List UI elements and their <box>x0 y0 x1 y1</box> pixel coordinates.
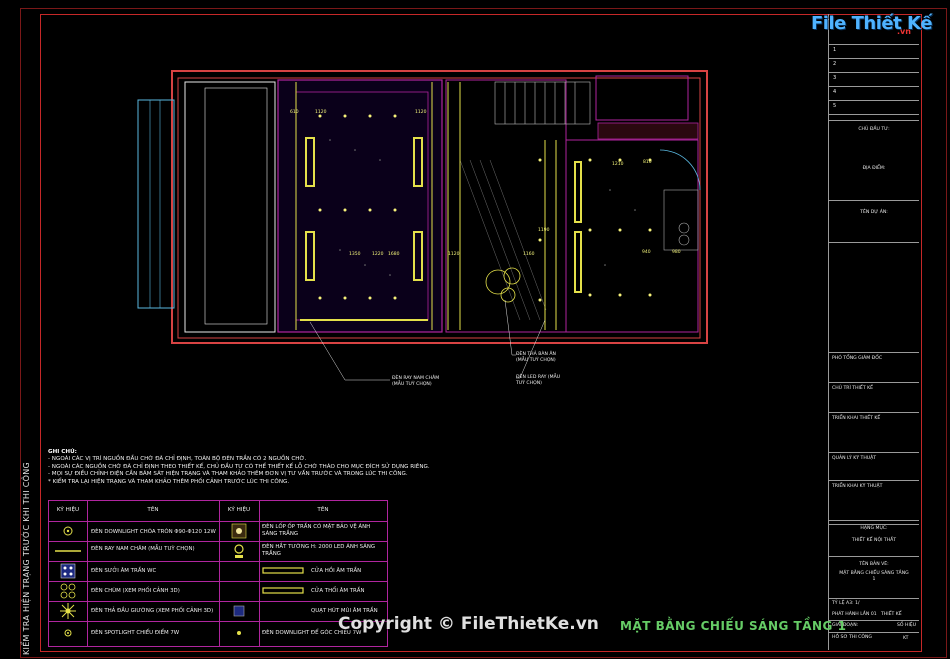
tb-divider <box>829 86 919 87</box>
issue-phase: PHÁT HÀNH LẦN 01 <box>832 612 877 617</box>
director-label: PHÓ TỔNG GIÁM ĐỐC <box>832 356 883 361</box>
tb-divider <box>829 58 919 59</box>
chandelier-symbol-icon <box>60 583 76 599</box>
general-notes: GHI CHÚ: - NGOÀI CÁC VỊ TRÍ NGUỒN ĐẦU CH… <box>48 449 468 486</box>
wc-heater-symbol-icon <box>60 563 76 579</box>
copyright-watermark: Copyright © FileThietKe.vn <box>338 614 599 634</box>
owner-label: CHỦ ĐẦU TƯ: <box>858 127 890 132</box>
tb-divider <box>829 556 919 557</box>
exhaust-fan-symbol-icon <box>233 605 245 617</box>
callout-led-track: ĐÈN LED RAY (MẪU TUỲ CHỌN) <box>516 375 561 386</box>
return-grille-symbol-icon <box>262 567 304 574</box>
revision-number: 3 <box>833 75 837 81</box>
legend-name: ĐÈN SPOTLIGHT CHIẾU ĐIỂM 7W <box>91 630 180 636</box>
drawing-name-label: TÊN BẢN VẼ: <box>859 562 889 567</box>
tb-divider <box>829 242 919 243</box>
tb-divider <box>829 120 919 121</box>
title-block: 1 2 3 4 5 CHỦ ĐẦU TƯ: ĐỊA ĐIỂM: TÊN DỰ Á… <box>828 14 921 650</box>
tb-divider <box>829 480 919 481</box>
qc-label: QUẢN LÝ KỸ THUẬT <box>832 456 877 461</box>
category-value: THIẾT KẾ NỘI THẤT <box>851 538 897 543</box>
design-lead-label: CHỦ TRÌ THIẾT KẾ <box>832 386 873 391</box>
sheet-number-label: SỐ HIỆU <box>897 623 917 628</box>
tb-divider <box>829 100 919 101</box>
scale-label: TỶ LỆ A3: 1/ <box>832 601 860 606</box>
tb-divider <box>829 114 919 115</box>
legend-header: KÝ HIỆU <box>56 507 80 513</box>
note-line: - MỌI SỰ ĐIỀU CHỈNH ĐIỆN CẦN BÁM SÁT HIỆ… <box>48 471 408 478</box>
tb-divider <box>829 598 919 599</box>
wall-wash-symbol-icon <box>234 544 244 558</box>
legend-header: TÊN <box>317 507 329 513</box>
tb-divider <box>829 352 919 353</box>
drawing-name-value: MẶT BẰNG CHIẾU SÁNG TẦNG 1 <box>839 571 909 582</box>
legend-name: ĐÈN DOWNLIGHT CHÓA TRÒN Φ90-Φ120 12W <box>91 529 216 535</box>
callout-magnet-track: ĐÈN RAY NAM CHÂM (MẪU TUỲ CHỌN) <box>392 376 440 387</box>
designer-label: TRIỂN KHAI THIẾT KẾ <box>832 416 881 421</box>
dossier-type: HỒ SƠ THI CÔNG <box>832 635 872 640</box>
category-label: HẠNG MỤC: <box>860 526 888 531</box>
plan-label: 980 <box>672 250 681 255</box>
plan-label: 1120 <box>448 252 460 257</box>
legend-name: ĐÈN SƯỞI ÂM TRẦN WC <box>91 568 157 574</box>
revision-number: 1 <box>833 47 837 53</box>
tb-divider <box>829 452 919 453</box>
plan-label: 1350 <box>349 252 361 257</box>
callout-dining-pendant: ĐÈN THẢ BÀN ĂN (MẪU TUỲ CHỌN) <box>516 352 556 363</box>
spotlight-symbol-icon <box>64 629 72 637</box>
plan-label: 940 <box>642 250 651 255</box>
sheet-number: KT <box>903 636 909 641</box>
legend-name: ĐÈN THẢ ĐẦU GIƯỜNG (XEM PHỐI CẢNH 3D) <box>91 608 214 614</box>
tb-divider <box>829 200 919 201</box>
plan-label: 1680 <box>388 252 400 257</box>
tb-divider <box>829 72 919 73</box>
downlight-symbol-icon <box>63 526 73 536</box>
legend-header: TÊN <box>147 507 159 513</box>
plan-label: 610 <box>290 110 299 115</box>
logo-text: File Thiết Kế <box>811 13 933 34</box>
plan-label: 1220 <box>372 252 384 257</box>
sheet-title: MẶT BẰNG CHIẾU SÁNG TẦNG 1 <box>620 619 847 633</box>
legend-name: ĐÈN LỐP ỐP TRẦN CÓ MẶT BẢO VỆ ÁNH SÁNG T… <box>262 524 371 537</box>
logo-domain: .vn <box>897 27 911 36</box>
legend-name: ĐÈN HẮT TƯỜNG H: 2000 LED ÁNH SÁNG TRẮNG <box>262 544 376 557</box>
note-line: - NGOÀI CÁC VỊ TRÍ NGUỒN ĐẦU CHỜ ĐÃ CHỈ … <box>48 456 307 463</box>
legend-name: ĐÈN CHÙM (XEM PHỐI CẢNH 3D) <box>91 588 180 594</box>
tb-divider <box>829 524 919 525</box>
plan-label: 1160 <box>523 252 535 257</box>
legend-name: ĐÈN RAY NAM CHÂM (MẪU TUỲ CHỌN) <box>91 546 195 552</box>
plan-label: 1120 <box>315 110 327 115</box>
plan-label: 1120 <box>415 110 427 115</box>
ceiling-lamp-symbol-icon <box>231 523 247 539</box>
project-label: TÊN DỰ ÁN: <box>860 210 888 215</box>
plan-label: 1190 <box>538 228 550 233</box>
note-line: * KIỂM TRA LẠI HIỆN TRẠNG VÀ THAM KHẢO T… <box>48 478 290 485</box>
revision-number: 2 <box>833 61 837 67</box>
legend-symbols <box>55 523 304 637</box>
plan-label: 810 <box>643 160 652 165</box>
legend-name: CỬA THỔI ÂM TRẦN <box>311 588 365 594</box>
stage-value: THIẾT KẾ <box>881 612 902 617</box>
bedside-pendant-symbol-icon <box>60 603 76 619</box>
tb-divider <box>829 44 919 45</box>
tb-divider <box>829 382 919 383</box>
tb-divider <box>829 412 919 413</box>
revision-number: 4 <box>833 89 837 95</box>
angle-downlight-symbol-icon <box>237 631 241 635</box>
symbol-legend-table: KÝ HIỆU TÊN KÝ HIỆU TÊN ĐÈN DOWNLIGHT CH… <box>48 500 388 647</box>
address-label: ĐỊA ĐIỂM: <box>862 166 886 171</box>
tech-label: TRIỂN KHAI KỸ THUẬT <box>832 484 883 489</box>
plan-label: 1210 <box>612 162 624 167</box>
legend-header: KÝ HIỆU <box>227 507 251 513</box>
legend-name: CỬA HỒI ÂM TRẦN <box>311 568 362 574</box>
revision-number: 5 <box>833 103 837 109</box>
supply-grille-symbol-icon <box>262 587 304 594</box>
tb-divider <box>829 520 919 521</box>
